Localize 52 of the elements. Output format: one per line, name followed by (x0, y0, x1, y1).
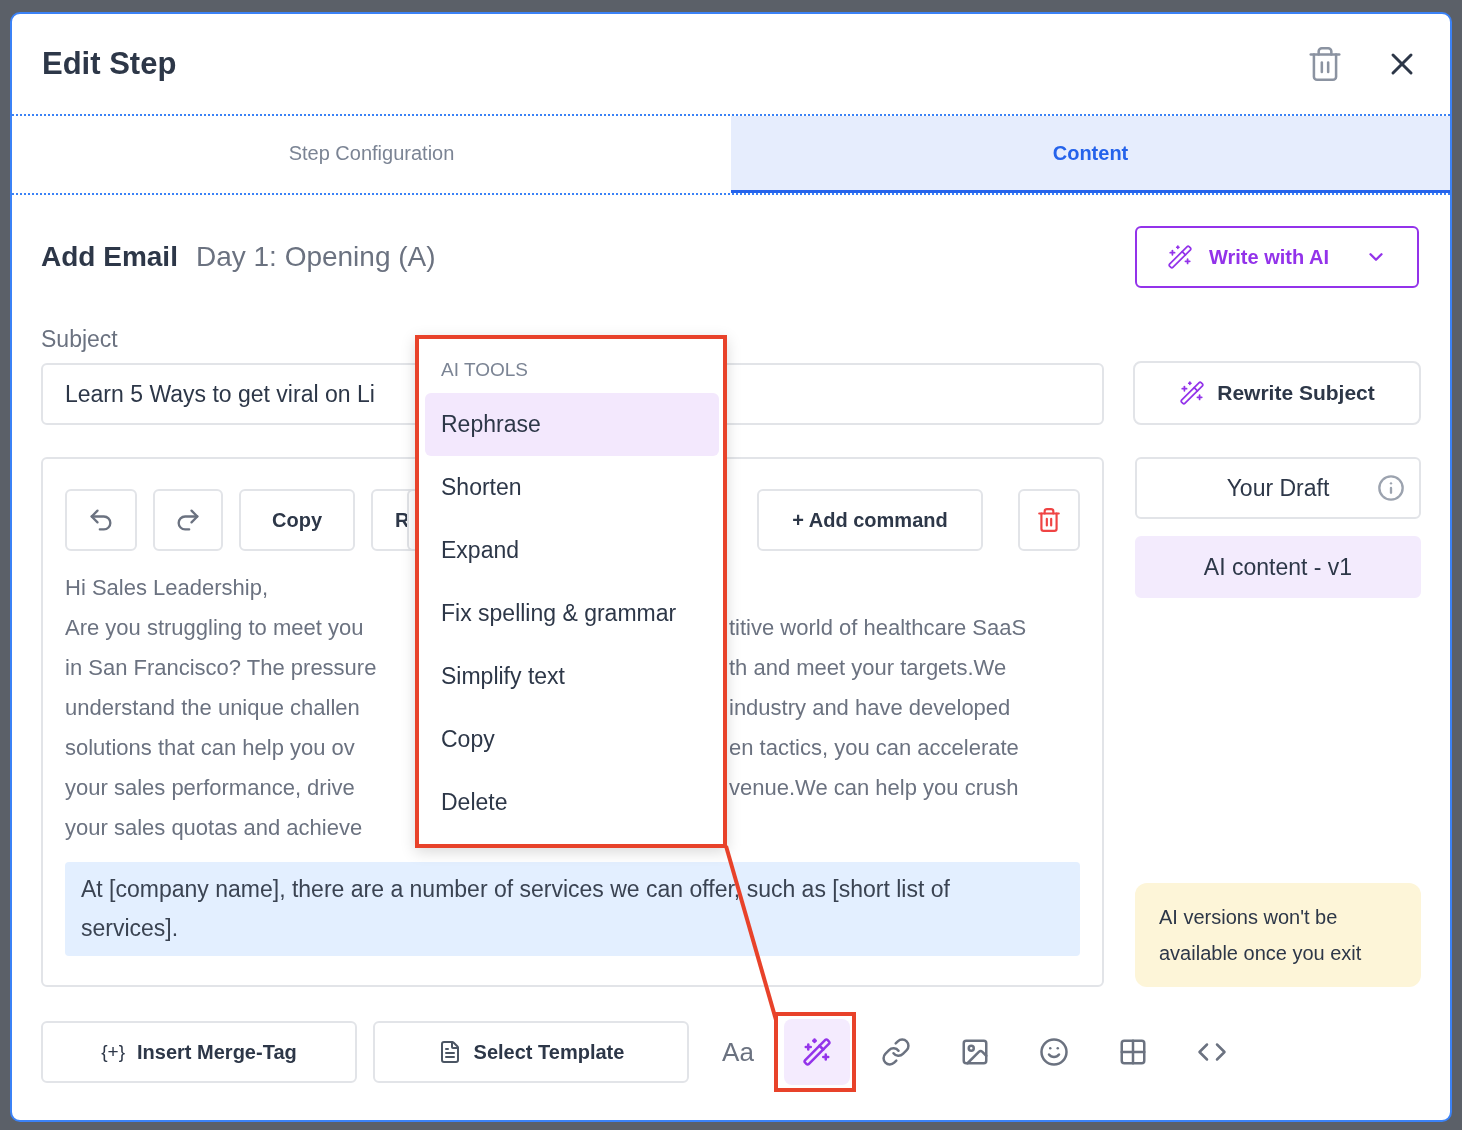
body-text: understand the unique challen (65, 694, 361, 722)
body-text: solutions that can help you ov (65, 734, 356, 762)
trash-icon (1036, 507, 1062, 533)
menu-item[interactable]: Simplify text (425, 645, 719, 708)
body-text: in San Francisco? The pressure (65, 654, 378, 682)
email-name: Day 1: Opening (A) (195, 241, 436, 273)
field-label: Subject (41, 326, 119, 353)
menu-item[interactable]: Rephrase (425, 393, 719, 456)
trash-icon (1306, 45, 1344, 83)
delete-button[interactable] (1018, 489, 1080, 551)
insert-merge-tag-button[interactable]: {+} Insert Merge-Tag (41, 1021, 357, 1083)
menu-heading: AI TOOLS (440, 358, 529, 382)
rewrite-subject-button[interactable]: Rewrite Subject (1133, 361, 1421, 425)
info-note: AI versions won't be available once you exit (1135, 883, 1421, 987)
body-text: industry and have developed (729, 694, 1012, 722)
magic-tool-button[interactable] (784, 1019, 850, 1085)
link-icon (881, 1037, 911, 1067)
font-tool-button[interactable]: Aa (705, 1019, 771, 1085)
magic-wand-icon (1167, 244, 1193, 270)
body-text: venue.We can help you crush (729, 774, 1020, 802)
toolbar-button[interactable]: Copy (239, 489, 355, 551)
section-heading: Add Email (41, 241, 178, 273)
toolbar-button[interactable]: + Add command (757, 489, 983, 551)
magic-wand-icon (802, 1037, 832, 1067)
body-text: en tactics, you can accelerate (729, 734, 1020, 762)
body-text: Hi Sales Leadership, (65, 574, 269, 602)
menu-item[interactable]: Delete (425, 771, 719, 834)
merge-tag-icon: {+} (101, 1041, 126, 1063)
body-text: th and meet your targets.We (729, 654, 1008, 682)
select-template-button[interactable]: Select Template (373, 1021, 689, 1083)
menu-item[interactable]: Shorten (425, 456, 719, 519)
tab[interactable]: Content (731, 116, 1450, 193)
menu-item[interactable]: Copy (425, 708, 719, 771)
table-icon (1118, 1037, 1148, 1067)
undo-button[interactable] (65, 489, 137, 551)
image-icon (960, 1037, 990, 1067)
info-icon (1377, 474, 1405, 502)
highlighted-paragraph: At [company name], there are a number of services we can offer, such as [short list of services]. (65, 862, 1080, 956)
menu-item[interactable]: Fix spelling & grammar (425, 582, 719, 645)
body-text: your sales quotas and achieve (65, 814, 364, 842)
body-text: Are you struggling to meet you (65, 614, 365, 642)
body-text: your sales performance, drive (65, 774, 356, 802)
version-item[interactable]: AI content - v1 (1135, 536, 1421, 598)
write-with-ai-button[interactable]: Write with AI (1135, 226, 1419, 288)
smile-icon (1039, 1037, 1069, 1067)
menu-item[interactable]: Expand (425, 519, 719, 582)
body-text: titive world of healthcare SaaS (729, 614, 1028, 642)
redo-button[interactable] (153, 489, 223, 551)
version-item[interactable]: Your Draft (1135, 457, 1421, 519)
dialog-title: Edit Step (42, 46, 178, 82)
delete-button[interactable] (1306, 45, 1344, 83)
magic-wand-icon (1179, 380, 1206, 406)
